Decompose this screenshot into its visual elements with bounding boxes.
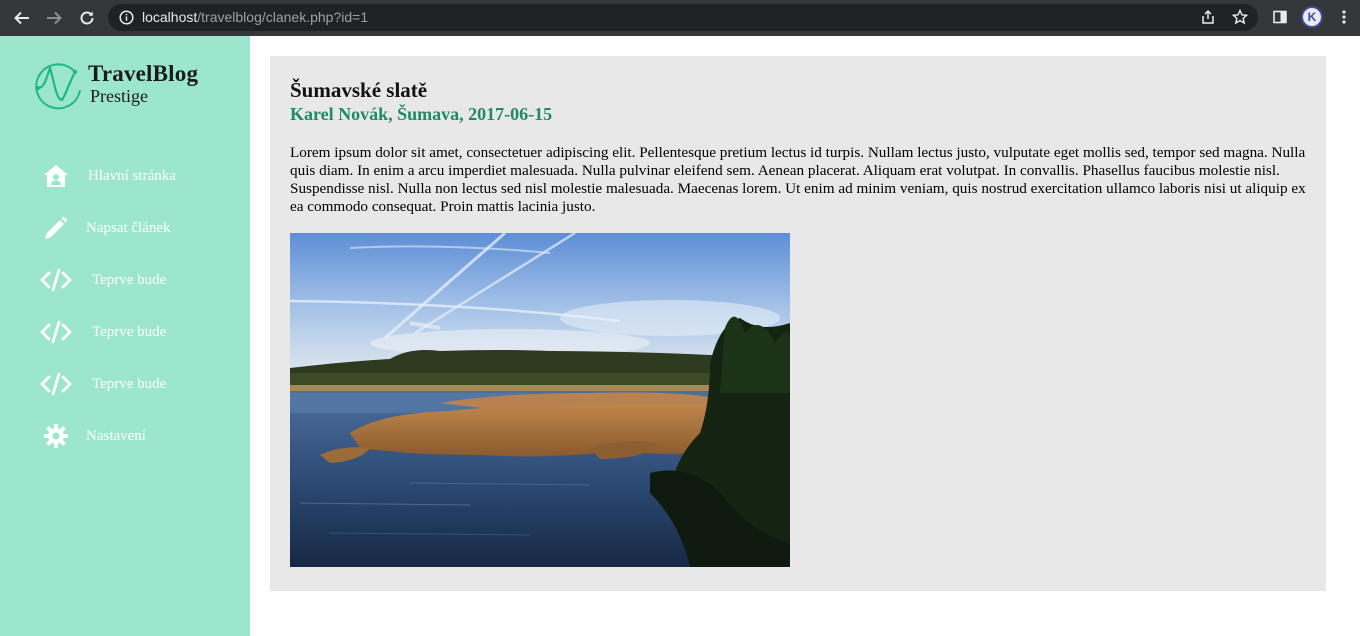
back-icon[interactable] [11, 7, 33, 29]
browser-toolbar: localhost/travelblog/clanek.php?id=1 K [0, 0, 1360, 36]
sidebar-item-placeholder-2[interactable]: Teprve bude [40, 314, 230, 350]
article-card: Šumavské slatě Karel Novák, Šumava, 2017… [270, 56, 1326, 591]
share-icon[interactable] [1198, 7, 1218, 27]
sidebar-item-placeholder-1[interactable]: Teprve bude [40, 262, 230, 298]
pencil-icon [40, 214, 72, 242]
menu-kebab-icon[interactable] [1334, 7, 1354, 27]
logo[interactable]: TravelBlog Prestige [34, 60, 224, 112]
home-icon [40, 162, 72, 190]
sidebar-item-label: Teprve bude [92, 271, 167, 288]
forward-icon[interactable] [43, 7, 65, 29]
sidebar-item-label: Teprve bude [92, 375, 167, 392]
address-bar[interactable]: localhost/travelblog/clanek.php?id=1 [108, 4, 1258, 31]
code-icon [40, 266, 72, 294]
sidebar-item-label: Nastavení [86, 427, 146, 444]
sidebar-item-label: Teprve bude [92, 323, 167, 340]
code-icon [40, 318, 72, 346]
reload-icon[interactable] [76, 7, 98, 29]
site-info-icon[interactable] [119, 10, 134, 30]
profile-avatar[interactable]: K [1301, 6, 1323, 28]
logo-title: TravelBlog [88, 61, 199, 86]
url-text: localhost/travelblog/clanek.php?id=1 [142, 9, 368, 25]
sidebar-item-placeholder-3[interactable]: Teprve bude [40, 366, 230, 402]
article-title: Šumavské slatě [290, 78, 428, 102]
sidebar-item-label: Napsat článek [86, 219, 171, 236]
sidebar-item-home[interactable]: Hlavní stránka [40, 158, 230, 194]
logo-subtitle: Prestige [90, 86, 148, 106]
article-body: Lorem ipsum dolor sit amet, consectetuer… [290, 144, 1306, 215]
sidebar-item-write-article[interactable]: Napsat článek [40, 210, 230, 246]
sidebar-item-settings[interactable]: Nastavení [40, 418, 230, 454]
url-host: localhost [142, 9, 198, 25]
code-icon [40, 370, 72, 398]
sidebar-item-label: Hlavní stránka [88, 167, 176, 184]
article-meta: Karel Novák, Šumava, 2017-06-15 [290, 104, 553, 124]
bookmark-star-icon[interactable] [1230, 7, 1250, 27]
gear-icon [40, 422, 72, 450]
article-photo [290, 233, 790, 567]
side-panel-icon[interactable] [1270, 7, 1290, 27]
sidebar: TravelBlog Prestige Hlavní stránka Napsa… [0, 36, 250, 636]
url-path: /travelblog/clanek.php?id=1 [197, 9, 369, 25]
logo-icon [35, 63, 81, 110]
